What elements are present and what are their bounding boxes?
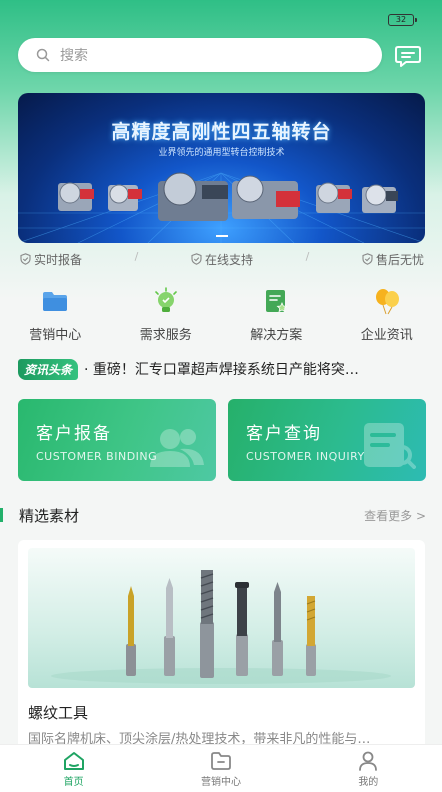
battery-indicator: 32 (388, 14, 417, 26)
users-icon (150, 429, 204, 467)
bottom-tab-bar: 首页 营销中心 我的 (0, 744, 442, 792)
tap-3 (200, 570, 214, 678)
tab-label: 我的 (358, 777, 379, 788)
battery-level: 32 (395, 15, 407, 24)
home-icon (63, 752, 84, 770)
tab-marketing-center[interactable]: 营销中心 (147, 745, 294, 792)
tab-label: 首页 (63, 777, 84, 788)
customer-inquiry-card[interactable]: 客户查询 CUSTOMER INQUIRY (228, 399, 426, 481)
banner-title: 高精度高刚性四五轴转台 (111, 121, 332, 143)
rotary-table-illustrations (58, 172, 398, 221)
quick-actions: 营销中心 需求服务 解决方案 企业资讯 (0, 286, 442, 343)
tab-label: 营销中心 (200, 777, 241, 788)
section-title: 精选素材 (19, 506, 80, 525)
lightbulb-icon (151, 286, 181, 316)
quick-action-demand[interactable]: 需求服务 (111, 286, 222, 343)
divider: / (134, 250, 139, 263)
promo-banner[interactable]: 高精度高刚性四五轴转台 业界领先的通用型转台控制技术 (18, 93, 425, 243)
quick-action-label: 需求服务 (139, 328, 192, 343)
quick-action-news[interactable]: 企业资讯 (332, 286, 442, 343)
document-search-icon (364, 423, 416, 469)
feature-title: 螺纹工具 (28, 704, 89, 722)
divider: / (305, 250, 310, 263)
thread-taps-illustration (51, 570, 391, 684)
tap-6 (306, 596, 316, 676)
feature-image (28, 548, 415, 688)
chat-icon (395, 46, 421, 67)
quick-action-solutions[interactable]: 解决方案 (221, 286, 332, 343)
guarantee-online: 在线支持 (191, 250, 253, 268)
search-placeholder: 搜索 (60, 48, 88, 64)
quick-action-marketing[interactable]: 营销中心 (0, 286, 111, 343)
folder-icon (40, 286, 70, 316)
tab-profile[interactable]: 我的 (295, 745, 442, 792)
shield-check-icon (20, 253, 31, 265)
guarantee-aftersales: 售后无忧 (362, 250, 424, 268)
guarantee-label: 在线支持 (204, 252, 253, 267)
document-star-icon (261, 286, 291, 316)
customer-binding-card[interactable]: 客户报备 CUSTOMER BINDING (18, 399, 216, 481)
banner-pagination (215, 235, 228, 237)
tap-1 (126, 586, 136, 676)
guarantee-label: 实时报备 (34, 252, 83, 267)
news-ticker[interactable]: 资讯头条 · 重磅！汇专口罩超声焊接系统日产能将突… (18, 358, 425, 380)
section-accent-bar (0, 508, 3, 522)
search-bar[interactable]: 搜索 (18, 38, 382, 72)
message-button[interactable] (393, 42, 423, 70)
section-header: 精选素材 查看更多 > (0, 504, 442, 526)
tap-5 (272, 582, 283, 676)
shield-check-icon (362, 253, 373, 265)
quick-action-label: 营销中心 (29, 328, 82, 343)
featured-material-card[interactable]: 螺纹工具 国际名牌机床、顶尖涂层/热处理技术，带来非凡的性能与… (18, 540, 425, 755)
guarantee-label: 售后无忧 (375, 252, 424, 267)
user-icon (359, 751, 378, 771)
balloons-icon (372, 286, 402, 316)
view-more-link[interactable]: 查看更多 > (364, 507, 426, 524)
quick-action-label: 企业资讯 (360, 328, 413, 343)
search-icon (36, 48, 50, 62)
news-headline[interactable]: · 重磅！汇专口罩超声焊接系统日产能将突… (84, 359, 425, 379)
shield-check-icon (191, 253, 202, 265)
service-guarantees: 实时报备 / 在线支持 / 售后无忧 (0, 250, 442, 268)
news-badge: 资讯头条 (18, 358, 79, 380)
tap-2 (164, 578, 175, 676)
folder-icon (211, 752, 231, 770)
quick-action-label: 解决方案 (250, 328, 303, 343)
tap-4 (235, 582, 249, 676)
guarantee-realtime: 实时报备 (20, 250, 82, 268)
banner-background-art (18, 172, 425, 243)
tab-home[interactable]: 首页 (0, 745, 147, 792)
banner-subtitle: 业界领先的通用型转台控制技术 (158, 148, 285, 158)
pagination-dot-active (215, 235, 228, 237)
